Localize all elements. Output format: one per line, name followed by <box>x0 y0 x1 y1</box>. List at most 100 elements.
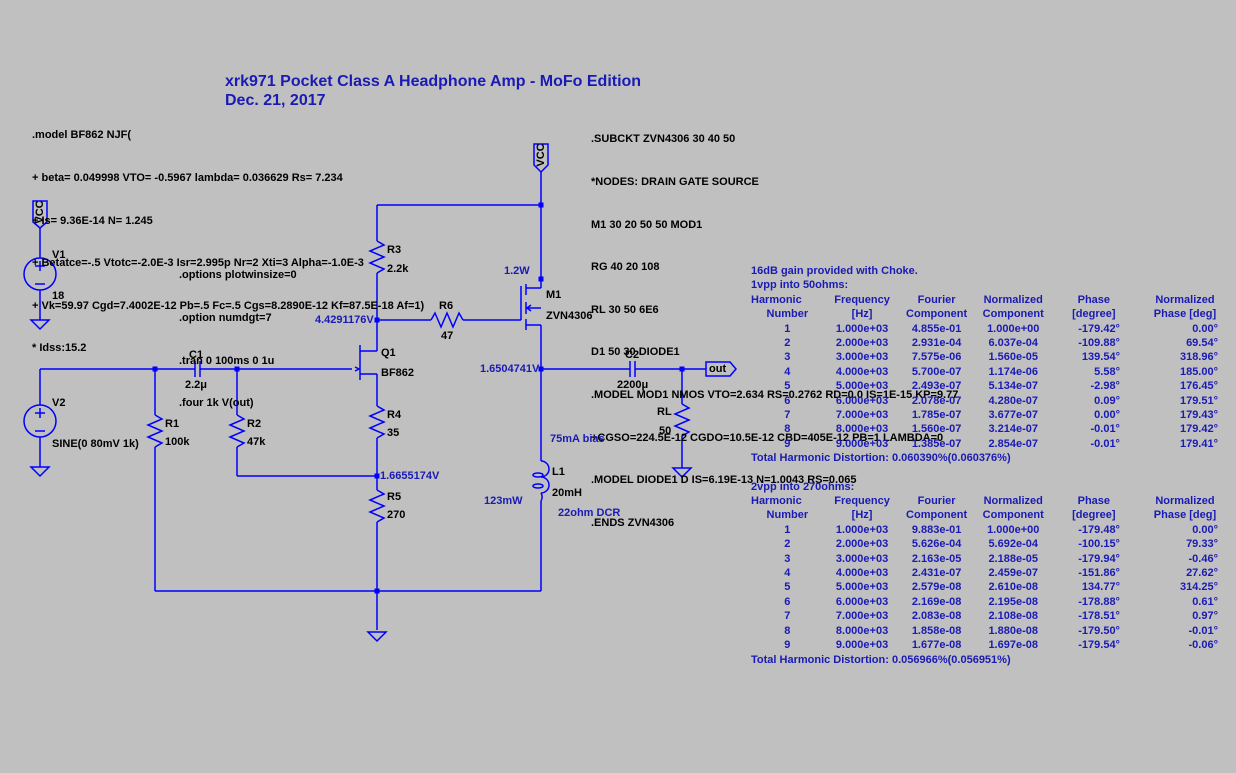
fourier-thd-2: Total Harmonic Distortion: 0.056966%(0.0… <box>751 653 1011 666</box>
subckt-line: *NODES: DRAIN GATE SOURCE <box>591 176 759 189</box>
fourier-cell: 0.61° <box>1192 595 1218 608</box>
fourier-cell: -178.51° <box>1078 610 1120 623</box>
rl-value[interactable]: 50 <box>659 424 671 438</box>
fourier-cell: 3.000e+03 <box>835 351 889 364</box>
fourier-row: 8 8.000e+03 1.858e-08 1.880e-08 -179.50° -0.0… <box>751 624 1236 638</box>
r1-name[interactable]: R1 <box>165 417 179 431</box>
fourier-cell: 1.560e-05 <box>988 351 1038 364</box>
fourier-cell: 5.000e+03 <box>835 581 889 594</box>
fourier-cell: 4 <box>784 567 791 580</box>
out-label[interactable]: out <box>709 362 726 376</box>
fourier-cell: 2 <box>784 337 791 349</box>
fourier-cell: 3.214e-07 <box>988 423 1038 436</box>
fourier-cell: -2.98° <box>1090 380 1120 393</box>
resistor-r1[interactable] <box>146 414 164 448</box>
c1-value[interactable]: 2.2μ <box>185 378 207 392</box>
r6-name[interactable]: R6 <box>439 299 453 313</box>
fourier-row: 5 5.000e+03 2.493e-07 5.134e-07 -2.98° 176.45… <box>751 379 1236 393</box>
r5-name[interactable]: R5 <box>387 490 401 504</box>
fourier-header-cell: Normalized <box>983 293 1043 306</box>
m1-model[interactable]: ZVN4306 <box>546 309 592 323</box>
fourier-thd-1: Total Harmonic Distortion: 0.060390%(0.0… <box>751 452 1011 465</box>
r3-value[interactable]: 2.2k <box>387 262 408 276</box>
fourier-cell: 4.000e+03 <box>835 365 889 378</box>
fourier-row: 1 1.000e+03 9.883e-01 1.000e+00 -179.48° 0.00… <box>751 523 1236 537</box>
r4-name[interactable]: R4 <box>387 408 401 422</box>
fourier-header-cell: Harmonic <box>751 495 802 508</box>
fourier-cell: 69.54° <box>1186 337 1218 349</box>
fourier-cell: 4.000e+03 <box>835 567 889 580</box>
fourier-row: 8 8.000e+03 1.560e-07 3.214e-07 -0.01° 179.42… <box>751 422 1236 436</box>
fourier-header-cell: Phase [deg] <box>1153 308 1217 321</box>
v2-name[interactable]: V2 <box>52 396 65 410</box>
fourier-cell: 1.880e-08 <box>988 624 1038 637</box>
fourier-cell: 7.575e-06 <box>911 351 962 364</box>
v1-name[interactable]: V1 <box>52 248 65 262</box>
mosfet-m1[interactable] <box>520 284 542 330</box>
l1-value[interactable]: 20mH <box>552 486 582 500</box>
fourier-cell: 0.09° <box>1094 394 1120 407</box>
fourier-cell: 7 <box>784 409 791 422</box>
ground-icon <box>366 631 388 643</box>
r2-name[interactable]: R2 <box>247 417 261 431</box>
node-voltage-m1-source: 1.6504741V <box>480 363 540 375</box>
fourier-header-cell: Fourier <box>917 293 956 306</box>
v1-value[interactable]: 18 <box>52 289 64 303</box>
resistor-r4[interactable] <box>368 405 386 439</box>
fourier-cell: 1.000e+03 <box>835 322 889 335</box>
fourier-cell: 5.692e-04 <box>988 538 1038 551</box>
fourier-cell: 8 <box>784 624 791 637</box>
fourier-header-cell: Frequency <box>834 293 890 306</box>
resistor-r6[interactable] <box>430 311 464 329</box>
fourier-cell: -179.94° <box>1078 552 1120 565</box>
fourier-cell: 179.51° <box>1179 394 1218 407</box>
v2-value[interactable]: SINE(0 80mV 1k) <box>52 437 139 451</box>
q1-model[interactable]: BF862 <box>381 366 414 380</box>
fourier-cell: 2.163e-05 <box>911 552 962 565</box>
junction-dot <box>374 473 380 479</box>
q1-name[interactable]: Q1 <box>381 346 396 360</box>
fourier-row: 3 3.000e+03 7.575e-06 1.560e-05 139.54° 318.9… <box>751 350 1236 364</box>
fourier-cell: 2.431e-07 <box>911 567 962 580</box>
fourier-cell: 5 <box>784 581 791 594</box>
fourier-cell: 3 <box>784 351 791 364</box>
fourier-header-cell: Fourier <box>917 495 956 508</box>
m1-name[interactable]: M1 <box>546 288 561 302</box>
r3-name[interactable]: R3 <box>387 243 401 257</box>
fourier-header-cell: Normalized <box>983 495 1043 508</box>
r5-value[interactable]: 270 <box>387 508 405 522</box>
fourier-cell: 2.459e-07 <box>988 567 1038 580</box>
fourier-cell: -178.88° <box>1078 595 1120 608</box>
subckt-line: M1 30 20 50 50 MOD1 <box>591 218 703 231</box>
fourier-cell: 6 <box>784 595 791 608</box>
fourier-table-2: Harmonic Frequency Fourier Normalized Phase N… <box>751 494 1236 652</box>
fourier-cell: 0.00° <box>1192 322 1218 335</box>
fourier-cell: 179.42° <box>1179 423 1218 436</box>
fourier-header-cell: Component <box>906 509 968 522</box>
fourier-row: 9 9.000e+03 1.677e-08 1.697e-08 -179.54° -0.0… <box>751 638 1236 652</box>
r2-value[interactable]: 47k <box>247 435 265 449</box>
c2-value[interactable]: 2200μ <box>617 378 648 392</box>
fourier-cell: 6 <box>784 394 791 407</box>
bias-current-label: 75mA bias <box>550 433 605 445</box>
rl-name[interactable]: RL <box>657 405 672 419</box>
l1-power-label: 123mW <box>484 495 523 507</box>
fourier-cell: 2.579e-08 <box>911 581 962 594</box>
r6-value[interactable]: 47 <box>441 329 453 343</box>
spice-directives[interactable]: .options plotwinsize=0 .option numdgt=7 … <box>179 240 297 425</box>
r1-value[interactable]: 100k <box>165 435 189 449</box>
fourier-cell: 0.97° <box>1192 610 1218 623</box>
fourier-cell: 185.00° <box>1179 365 1218 378</box>
fourier-header-row: Harmonic Frequency Fourier Normalized Phase N… <box>751 494 1236 508</box>
inductor-l1[interactable] <box>532 460 550 502</box>
fourier-row: 9 9.000e+03 1.385e-07 2.854e-07 -0.01° 179.41… <box>751 437 1236 451</box>
fourier-header-cell: Frequency <box>834 495 890 508</box>
fourier-cell: 9.000e+03 <box>835 437 889 450</box>
c2-name[interactable]: C2 <box>625 348 639 362</box>
fourier-row: 7 7.000e+03 2.083e-08 2.108e-08 -178.51° 0.97… <box>751 609 1236 623</box>
fourier-cell: 176.45° <box>1179 380 1218 393</box>
c1-name[interactable]: C1 <box>189 348 203 362</box>
resistor-r5[interactable] <box>368 489 386 523</box>
r4-value[interactable]: 35 <box>387 426 399 440</box>
l1-name[interactable]: L1 <box>552 465 565 479</box>
